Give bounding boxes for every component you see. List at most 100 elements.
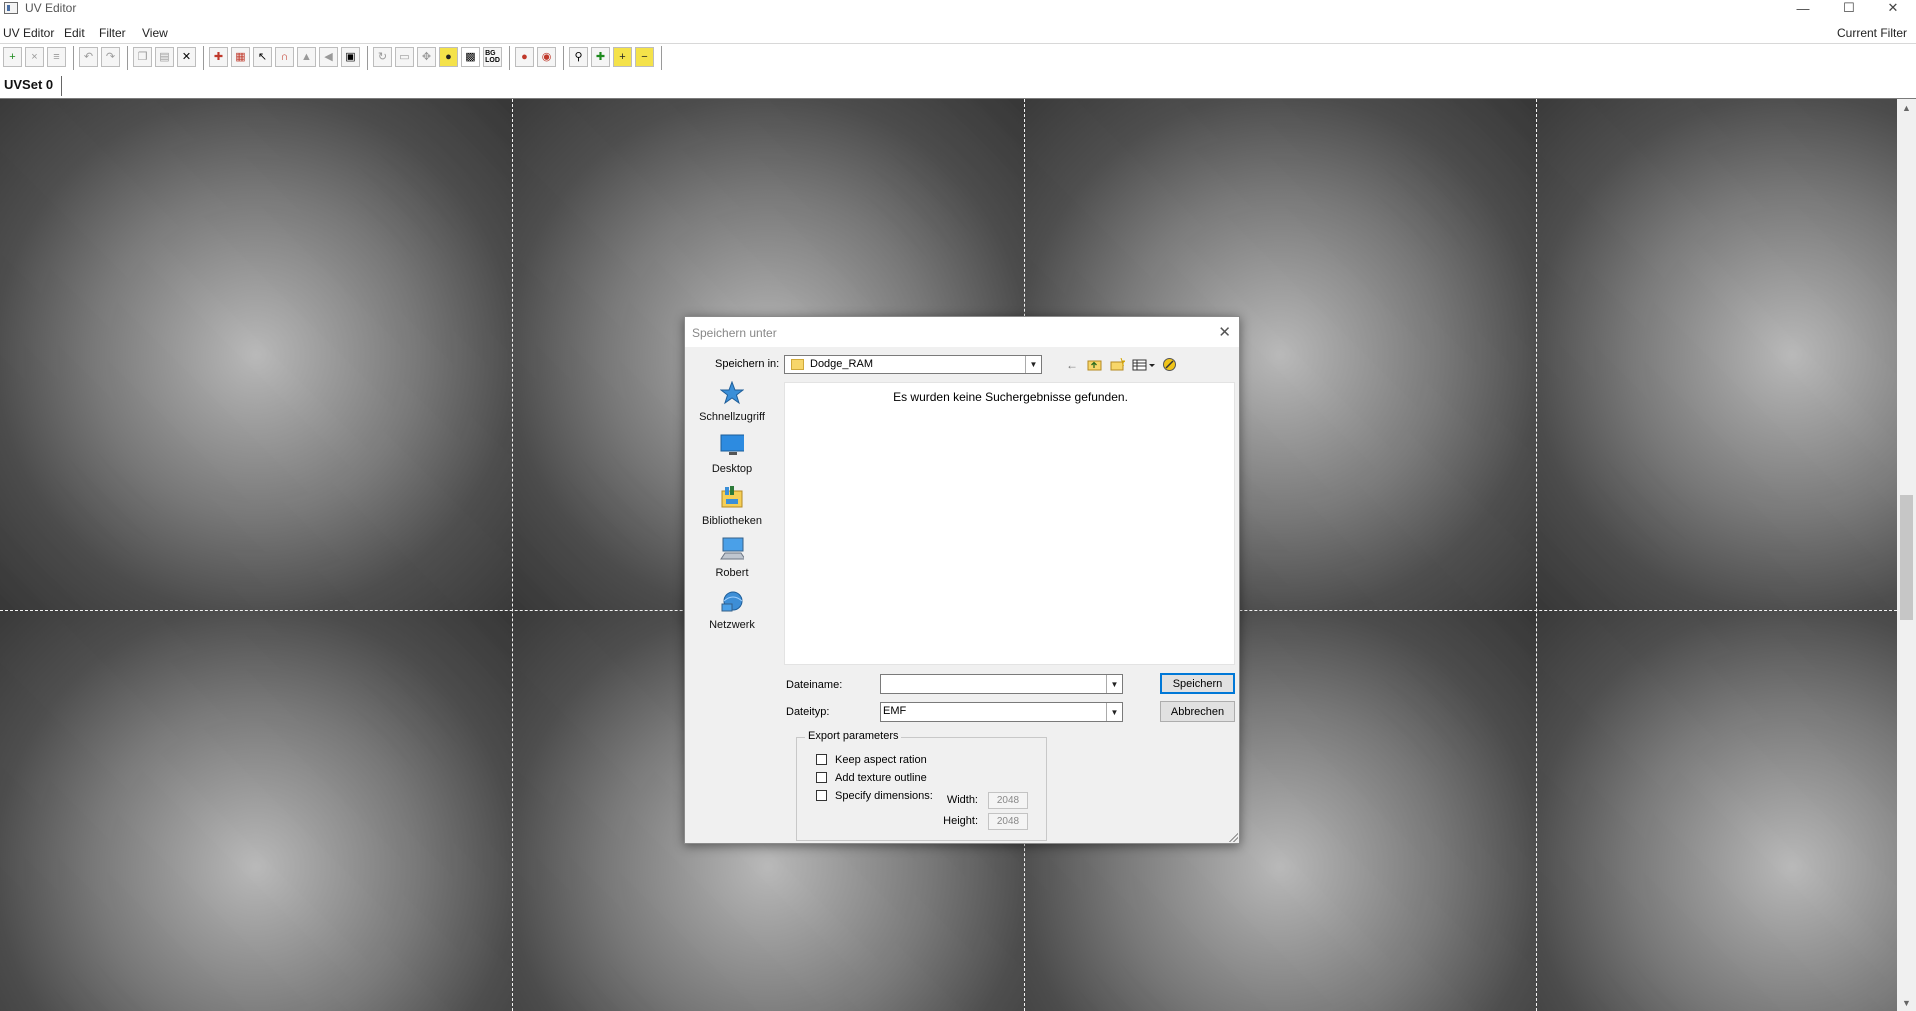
uv-map-icon[interactable]: ● (515, 47, 534, 67)
remove-icon[interactable]: × (25, 47, 44, 67)
filename-label: Dateiname: (786, 679, 843, 691)
computer-icon (720, 537, 744, 561)
menu-edit[interactable]: Edit (64, 26, 85, 40)
dialog-title-bar: Speichern unter ✕ (685, 317, 1239, 347)
lightbulb-icon[interactable]: ● (439, 47, 458, 67)
empty-results-message: Es wurden keine Suchergebnisse gefunden. (893, 390, 1128, 404)
file-list[interactable]: Es wurden keine Suchergebnisse gefunden. (784, 382, 1235, 665)
width-input[interactable]: 2048 (988, 792, 1028, 809)
new-folder-icon[interactable] (1108, 356, 1126, 373)
export-parameters-title: Export parameters (805, 730, 902, 742)
save-as-dialog: Speichern unter ✕ Speichern in: Dodge_RA… (684, 316, 1240, 844)
uvset-tab-row: UVSet 0 (0, 74, 1916, 98)
toolbar-separator (73, 46, 74, 70)
view-menu-icon[interactable] (1131, 356, 1157, 373)
zoom-in-icon[interactable]: + (613, 47, 632, 67)
mirror-icon[interactable]: ◀ (319, 47, 338, 67)
toolbar-separator (563, 46, 564, 70)
save-button[interactable]: Speichern (1160, 673, 1235, 694)
redo-icon[interactable]: ↷ (101, 47, 120, 67)
filetype-select[interactable]: EMF ▼ (880, 702, 1123, 722)
vertical-scrollbar[interactable]: ▲ ▼ (1897, 99, 1916, 1011)
grid-line-vertical (1536, 99, 1537, 1011)
tab-uvset-0[interactable]: UVSet 0 (4, 77, 53, 92)
menu-uv-editor[interactable]: UV Editor (3, 26, 54, 40)
app-icon (4, 2, 18, 14)
toolbar-separator (509, 46, 510, 70)
zoom-fit-icon[interactable]: ✚ (591, 47, 610, 67)
height-label: Height: (943, 815, 978, 827)
delete-icon[interactable]: ✕ (177, 47, 196, 67)
clear-icon[interactable]: ≡ (47, 47, 66, 67)
libraries-icon (720, 485, 744, 509)
menu-view[interactable]: View (142, 26, 168, 40)
star-icon (720, 381, 744, 405)
close-icon[interactable]: ✕ (1870, 0, 1916, 16)
toolbar-separator (203, 46, 204, 70)
cancel-button[interactable]: Abbrechen (1160, 701, 1235, 722)
menu-filter[interactable]: Filter (99, 26, 126, 40)
filetype-label: Dateityp: (786, 706, 830, 718)
rotate-icon[interactable]: ↻ (373, 47, 392, 67)
magnet-icon[interactable]: ∩ (275, 47, 294, 67)
filename-field[interactable]: ▼ (880, 674, 1123, 694)
maximize-icon[interactable]: ☐ (1826, 0, 1872, 16)
chevron-down-icon[interactable]: ▼ (1106, 675, 1122, 693)
chevron-down-icon[interactable]: ▼ (1106, 703, 1122, 721)
scroll-up-icon[interactable]: ▲ (1897, 99, 1916, 116)
height-input[interactable]: 2048 (988, 813, 1028, 830)
select-vertex-icon[interactable]: ✚ (209, 47, 228, 67)
title-bar: UV Editor — ☐ ✕ (0, 0, 1916, 16)
toolbar-separator (367, 46, 368, 70)
chevron-down-icon[interactable]: ▼ (1025, 356, 1041, 373)
tools-icon[interactable] (1160, 356, 1178, 373)
move-icon[interactable]: ✥ (417, 47, 436, 67)
select-edge-icon[interactable]: ▦ (231, 47, 250, 67)
dialog-title: Speichern unter (692, 326, 777, 340)
toolbar: + × ≡ ↶ ↷ ❐ ▤ ✕ ✚ ▦ ↖ ∩ ▲ ◀ ▣ ↻ ▭ ✥ ● ▩ … (0, 46, 1916, 72)
places-bar: Schnellzugriff Desktop Bibliotheken Robe… (697, 381, 767, 651)
network-icon (720, 589, 744, 613)
scale-icon[interactable]: ▭ (395, 47, 414, 67)
undo-icon[interactable]: ↶ (79, 47, 98, 67)
export-parameters-group: Export parameters Keep aspect ration Add… (796, 730, 1047, 841)
scroll-down-icon[interactable]: ▼ (1897, 994, 1916, 1011)
zoom-out-icon[interactable]: − (635, 47, 654, 67)
place-libraries[interactable]: Bibliotheken (697, 485, 767, 535)
place-desktop[interactable]: Desktop (697, 433, 767, 483)
place-user-robert[interactable]: Robert (697, 537, 767, 587)
desktop-icon (720, 433, 744, 457)
current-filter-label[interactable]: Current Filter (1837, 26, 1907, 40)
filetype-value: EMF (883, 705, 907, 717)
copy-icon[interactable]: ❐ (133, 47, 152, 67)
zoom-icon[interactable]: ⚲ (569, 47, 588, 67)
tab-divider (61, 76, 62, 96)
place-network[interactable]: Netzwerk (697, 589, 767, 639)
toolbar-separator (661, 46, 662, 70)
select-arrow-icon[interactable]: ↖ (253, 47, 272, 67)
resize-grip-icon[interactable] (1228, 832, 1238, 842)
scrollbar-thumb[interactable] (1900, 495, 1913, 620)
window-title: UV Editor (25, 1, 77, 15)
up-folder-icon[interactable] (1085, 356, 1103, 373)
lock-icon[interactable]: ▣ (341, 47, 360, 67)
keep-aspect-checkbox[interactable] (816, 754, 827, 765)
back-icon[interactable]: ← (1063, 356, 1081, 373)
toolbar-separator (127, 46, 128, 70)
dialog-close-icon[interactable]: ✕ (1218, 323, 1231, 341)
minimize-icon[interactable]: — (1780, 0, 1826, 16)
checker-icon[interactable]: ▩ (461, 47, 480, 67)
menu-separator (0, 43, 1916, 44)
look-in-value: Dodge_RAM (810, 358, 873, 370)
specify-dimensions-checkbox[interactable] (816, 790, 827, 801)
grid-line-vertical (512, 99, 513, 1011)
add-icon[interactable]: + (3, 47, 22, 67)
place-quick-access[interactable]: Schnellzugriff (697, 381, 767, 431)
paste-icon[interactable]: ▤ (155, 47, 174, 67)
width-label: Width: (946, 794, 978, 806)
brush-icon[interactable]: ▲ (297, 47, 316, 67)
bg-lod-icon[interactable]: BG LOD (483, 47, 502, 67)
uv-unmap-icon[interactable]: ◉ (537, 47, 556, 67)
add-outline-checkbox[interactable] (816, 772, 827, 783)
look-in-combo[interactable]: Dodge_RAM ▼ (784, 355, 1042, 374)
